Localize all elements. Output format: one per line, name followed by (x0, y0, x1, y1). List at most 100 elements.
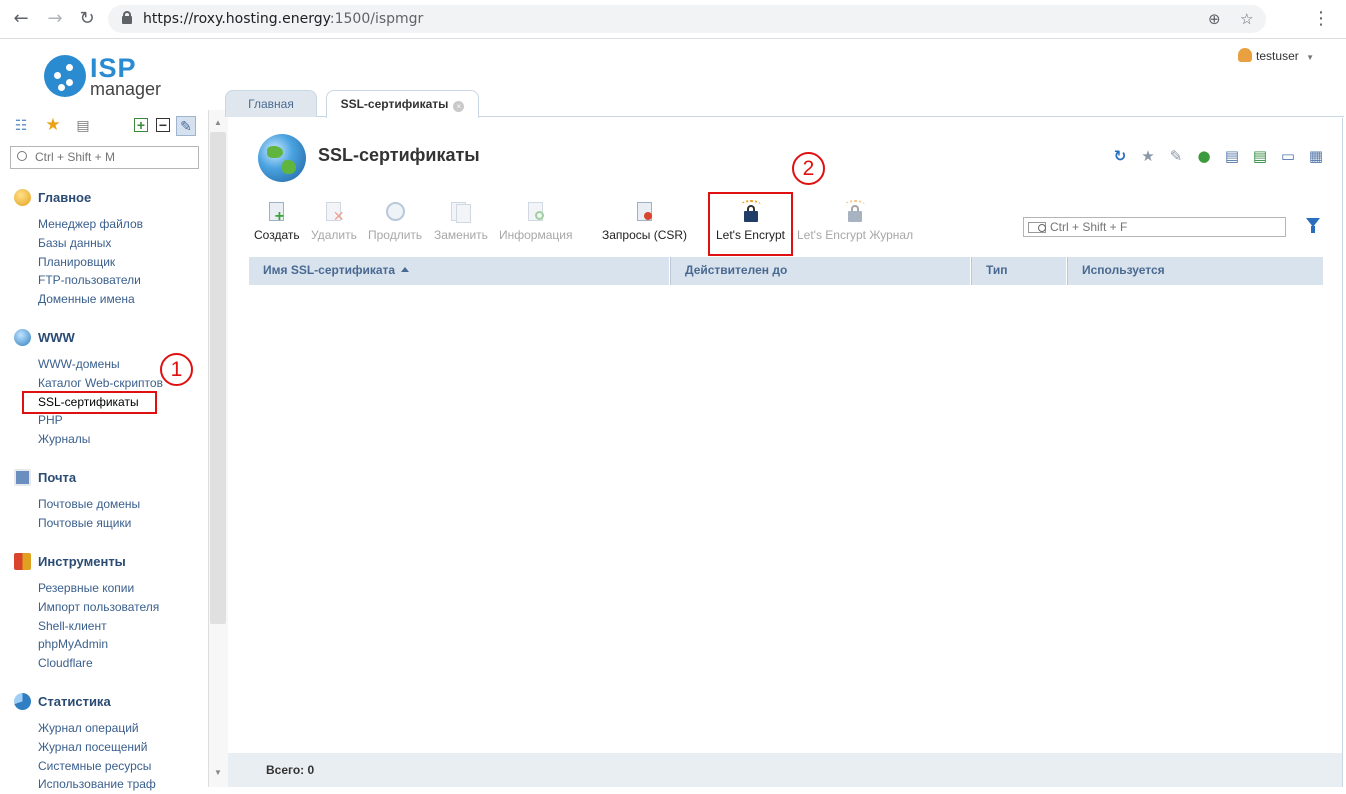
total-count: Всего: 0 (266, 763, 315, 777)
sidebar-item-file-manager[interactable]: Менеджер файлов (38, 215, 143, 234)
refresh-icon[interactable]: ↻ (1112, 148, 1128, 164)
sidebar-item-domain-names[interactable]: Доменные имена (38, 290, 143, 309)
table-settings-icon[interactable]: ▦ (1308, 148, 1324, 164)
caret-down-icon: ▼ (1306, 53, 1314, 62)
csr-icon (634, 200, 656, 224)
sidebar-item-databases[interactable]: Базы данных (38, 234, 143, 253)
info-icon (525, 200, 547, 224)
delete-button[interactable]: ✕ Удалить (311, 200, 357, 242)
tree-view-icon[interactable]: ☷ (12, 116, 30, 134)
annotation-step-2: 2 (792, 152, 825, 185)
sidebar-item-shell-client[interactable]: Shell-клиент (38, 617, 159, 636)
address-bar[interactable]: https://roxy.hosting.energy:1500/ispmgr … (108, 5, 1266, 33)
export-excel-icon[interactable]: ▤ (1252, 148, 1268, 164)
scrollbar-thumb[interactable] (210, 132, 226, 624)
tools-icon (14, 553, 31, 570)
column-used[interactable]: Используется (1067, 257, 1324, 285)
copy-icon[interactable]: ▤ (1224, 148, 1240, 164)
sidebar-group-title[interactable]: Главное (14, 188, 143, 208)
logo-manager-text: manager (90, 79, 162, 99)
panel-border (1342, 118, 1343, 787)
sidebar-item-ftp-users[interactable]: FTP-пользователи (38, 271, 143, 290)
sidebar-item-import-user[interactable]: Импорт пользователя (38, 598, 159, 617)
replace-button[interactable]: Заменить (434, 200, 488, 242)
favorites-star-icon[interactable]: ★ (44, 116, 62, 134)
lets-encrypt-log-button[interactable]: Let's Encrypt Журнал (797, 200, 913, 242)
mail-icon (14, 469, 31, 486)
replace-icon (450, 200, 472, 224)
sidebar-item-web-scripts[interactable]: Каталог Web-скриптов (38, 374, 163, 393)
url-text: https://roxy.hosting.energy:1500/ispmgr (143, 11, 424, 27)
sidebar-item-mailboxes[interactable]: Почтовые ящики (38, 514, 140, 533)
filter-icon[interactable] (1306, 218, 1320, 234)
forward-icon[interactable]: → (44, 8, 66, 30)
lock-icon (122, 11, 132, 24)
scroll-up-icon[interactable]: ▲ (214, 118, 222, 127)
ssl-globe-icon (258, 134, 306, 182)
sidebar-item-traffic[interactable]: Использование траф (38, 775, 156, 794)
info-button[interactable]: Информация (499, 200, 572, 242)
column-valid-until[interactable]: Действителен до (670, 257, 971, 285)
sidebar-item-cloudflare[interactable]: Cloudflare (38, 654, 159, 673)
zoom-icon[interactable]: ⊕ (1208, 10, 1221, 28)
page-title: SSL-сертификаты (318, 145, 480, 165)
expand-all-icon[interactable]: + (134, 118, 148, 132)
sidebar-group-title[interactable]: Статистика (14, 692, 156, 712)
tab-home[interactable]: Главная (225, 90, 317, 117)
sidebar-group-main: Главное Менеджер файлов Базы данных План… (14, 188, 143, 309)
sidebar-item-operations-log[interactable]: Журнал операций (38, 719, 156, 738)
column-type[interactable]: Тип (971, 257, 1067, 285)
sidebar-scrollbar[interactable]: ▲ ▼ (208, 110, 228, 787)
annotation-highlight-ssl (22, 391, 157, 414)
sidebar-item-visits-log[interactable]: Журнал посещений (38, 738, 156, 757)
table-search[interactable] (1023, 217, 1286, 237)
sidebar-search-input[interactable] (35, 150, 195, 164)
browser-menu-icon[interactable]: ⋮ (1310, 8, 1332, 30)
clipboard-icon[interactable]: ▤ (74, 116, 92, 134)
collapse-all-icon[interactable]: − (156, 118, 170, 132)
column-ssl-name[interactable]: Имя SSL-сертификата (249, 257, 670, 285)
pin-icon[interactable]: ✎ (176, 116, 196, 136)
globe-link-icon[interactable]: ● (1196, 148, 1212, 164)
user-icon (1238, 48, 1253, 62)
table-header: Имя SSL-сертификата Действителен до Тип … (249, 257, 1324, 285)
sidebar-group-www: WWW WWW-домены Каталог Web-скриптов SSL-… (14, 328, 163, 449)
renew-button[interactable]: Продлить (368, 200, 422, 242)
csr-requests-button[interactable]: Запросы (CSR) (602, 200, 687, 242)
lets-encrypt-log-icon (844, 200, 866, 224)
tab-ssl-certificates[interactable]: SSL-сертификаты × (326, 90, 479, 118)
sidebar-item-php[interactable]: PHP (38, 411, 163, 430)
sidebar-item-scheduler[interactable]: Планировщик (38, 253, 143, 272)
sidebar-item-system-resources[interactable]: Системные ресурсы (38, 757, 156, 776)
search-icon (17, 151, 27, 161)
create-button[interactable]: + Создать (254, 200, 300, 242)
scroll-down-icon[interactable]: ▼ (214, 768, 222, 777)
logo-mark (44, 55, 86, 97)
tab-close-icon[interactable]: × (453, 101, 465, 112)
favorite-star-icon[interactable]: ★ (1140, 148, 1156, 164)
sidebar-item-mail-domains[interactable]: Почтовые домены (38, 495, 140, 514)
sidebar-group-title[interactable]: WWW (14, 328, 163, 348)
annotation-highlight-lets-encrypt (708, 192, 793, 256)
user-name: testuser (1256, 49, 1299, 63)
user-menu[interactable]: testuser ▼ (1238, 48, 1314, 63)
bookmark-star-icon[interactable]: ☆ (1240, 10, 1253, 28)
sidebar-toolbar: ☷ ★ ▤ + − ✎ (10, 116, 200, 138)
sidebar-item-www-domains[interactable]: WWW-домены (38, 355, 163, 374)
pie-chart-icon (14, 693, 31, 710)
pin-icon[interactable]: ✎ (1168, 148, 1184, 164)
print-icon[interactable]: ▭ (1280, 148, 1296, 164)
sidebar-group-title[interactable]: Почта (14, 468, 140, 488)
sidebar-search[interactable] (10, 146, 199, 169)
reload-icon[interactable]: ↻ (76, 8, 98, 30)
table-footer: Всего: 0 (228, 753, 1342, 787)
sidebar-item-phpmyadmin[interactable]: phpMyAdmin (38, 635, 159, 654)
back-icon[interactable]: ← (10, 8, 32, 30)
sidebar-group-title[interactable]: Инструменты (14, 552, 159, 572)
annotation-step-1: 1 (160, 353, 193, 386)
sidebar-item-backups[interactable]: Резервные копии (38, 579, 159, 598)
table-search-input[interactable] (1050, 220, 1280, 234)
sidebar-item-logs[interactable]: Журналы (38, 430, 163, 449)
tab-bar: Главная SSL-сертификаты × (225, 88, 1344, 118)
globe-icon (14, 329, 31, 346)
